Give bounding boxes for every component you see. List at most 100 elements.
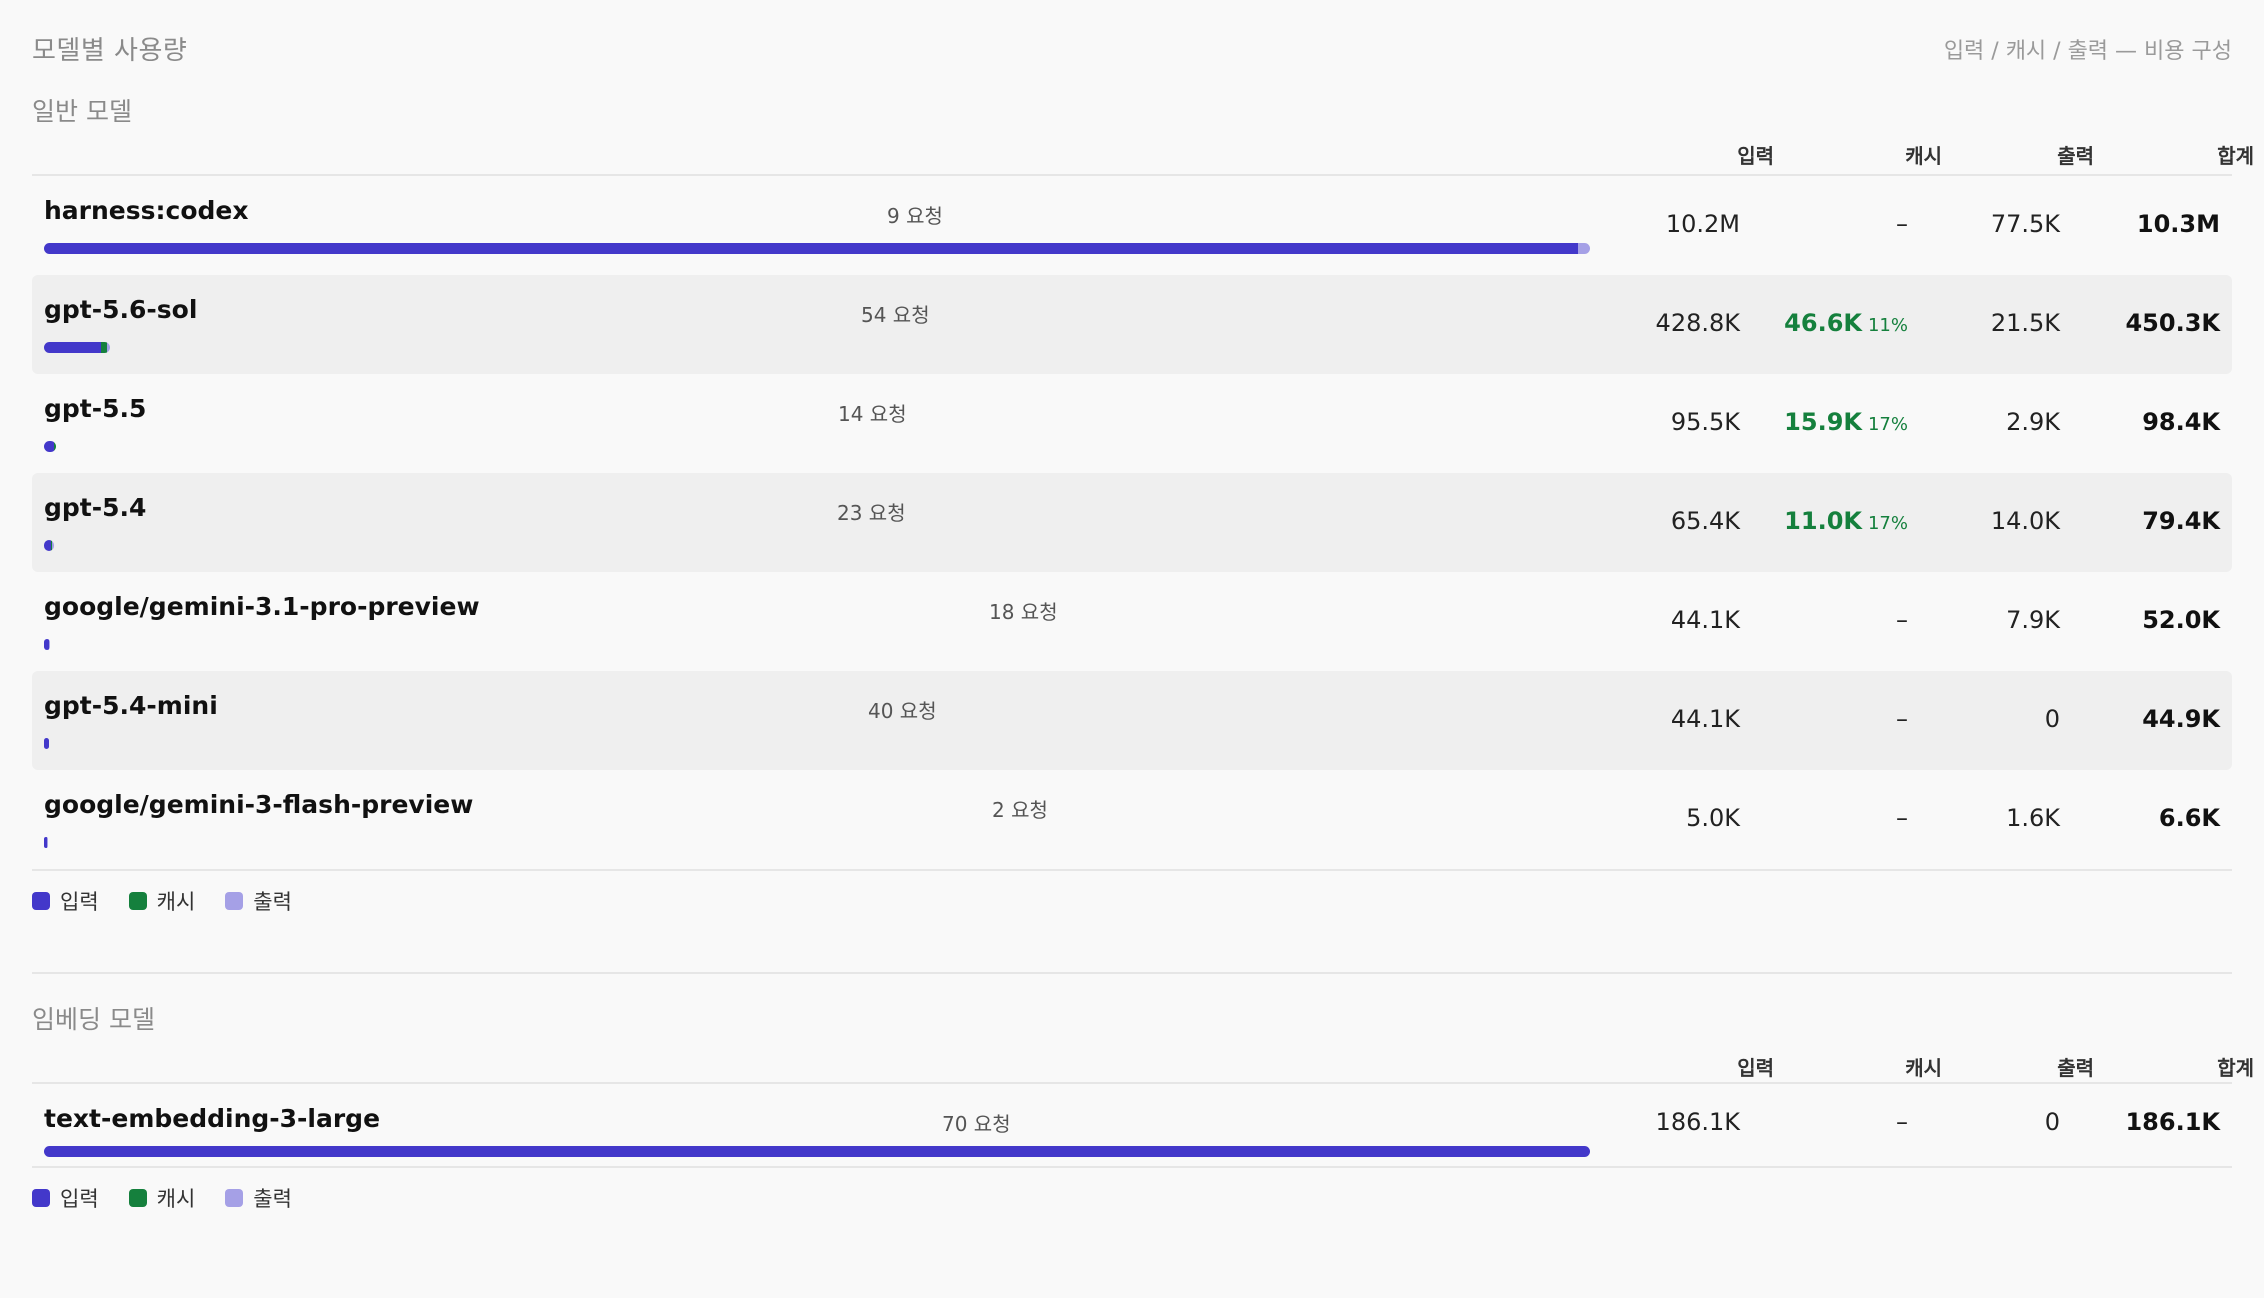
- request-count: 9 요청: [887, 204, 943, 228]
- legend: 입력 캐시 출력: [32, 1168, 2232, 1228]
- total-tokens: 44.9K: [2142, 705, 2220, 733]
- bar-segment-output: [52, 540, 54, 551]
- model-name: gpt-5.4-mini: [44, 691, 218, 720]
- table-row[interactable]: gpt-5.4 23 요청 65.4K 11.0K 17% 14.0K 79.4K: [32, 473, 2232, 572]
- legend-item-input: 입력: [32, 1183, 99, 1213]
- general-models-section: 일반 모델 입력 캐시 출력 합계 harness:codex 9 요청 10.2M…: [32, 92, 2254, 931]
- output-tokens: 77.5K: [1990, 210, 2060, 238]
- input-tokens: 186.1K: [1655, 1108, 1740, 1136]
- column-output: 출력: [2057, 1056, 2094, 1080]
- bar-segment-input: [44, 441, 55, 452]
- total-tokens: 79.4K: [2142, 507, 2220, 535]
- usage-bar: [44, 441, 56, 452]
- table-row[interactable]: gpt-5.4-mini 40 요청 44.1K – 0 44.9K: [32, 671, 2232, 770]
- output-tokens: 2.9K: [2006, 408, 2060, 436]
- model-name: google/gemini-3.1-pro-preview: [44, 592, 480, 621]
- cache-percent: 17%: [1867, 414, 1908, 435]
- input-tokens: 95.5K: [1670, 408, 1740, 436]
- legend-label: 캐시: [156, 890, 196, 914]
- usage-bar: [44, 738, 49, 749]
- table-row[interactable]: harness:codex 9 요청 10.2M – 77.5K 10.3M: [32, 176, 2232, 275]
- general-rows: harness:codex 9 요청 10.2M – 77.5K 10.3M gpt-5.6…: [32, 176, 2232, 869]
- legend-item-input: 입력: [32, 886, 99, 916]
- bar-segment-input: [44, 243, 1579, 254]
- legend: 입력 캐시 출력: [32, 871, 2232, 931]
- usage-bar: [44, 540, 54, 551]
- model-name: harness:codex: [44, 196, 249, 225]
- legend-item-output: 출력: [225, 886, 292, 916]
- embedding-rows: text-embedding-3-large 70 요청 186.1K – 0 186.1…: [32, 1084, 2232, 1166]
- output-tokens: 7.9K: [2006, 606, 2060, 634]
- page-subtitle: 입력 / 캐시 / 출력 — 비용 구성: [1943, 38, 2232, 64]
- cache-percent: 11%: [1867, 315, 1908, 336]
- bar-segment-input: [44, 738, 49, 749]
- model-name: gpt-5.6-sol: [44, 295, 198, 324]
- bar-segment-input: [44, 342, 101, 353]
- legend-label: 출력: [253, 890, 292, 914]
- table-row[interactable]: gpt-5.6-sol 54 요청 428.8K 46.6K 11% 21.5K 450.3…: [32, 275, 2232, 374]
- table-row[interactable]: google/gemini-3-flash-preview 2 요청 5.0K – 1.…: [32, 770, 2232, 869]
- output-tokens: 0: [2044, 705, 2060, 733]
- cache-value: 46.6K: [1784, 309, 1862, 337]
- cache-tokens: –: [1896, 804, 1908, 832]
- column-header-embedding: 입력 캐시 출력 합계: [32, 1040, 2254, 1084]
- bar-segment-output: [47, 837, 48, 848]
- table-row[interactable]: google/gemini-3.1-pro-preview 18 요청 44.1K –…: [32, 572, 2232, 671]
- legend-swatch-input: [32, 1189, 50, 1207]
- cache-tokens: –: [1896, 606, 1908, 634]
- section-divider: [32, 972, 2232, 974]
- legend-swatch-input: [32, 892, 50, 910]
- column-cache: 캐시: [1905, 1056, 1942, 1080]
- request-count: 2 요청: [992, 798, 1048, 822]
- bar-segment-output: [1578, 243, 1590, 254]
- cache-tokens: 11.0K 17%: [1784, 507, 1908, 535]
- output-tokens: 1.6K: [2006, 804, 2060, 832]
- column-cache: 캐시: [1905, 144, 1942, 168]
- total-tokens: 6.6K: [2158, 804, 2220, 832]
- output-tokens: 0: [2044, 1108, 2060, 1136]
- usage-bar: [44, 837, 48, 848]
- output-tokens: 14.0K: [1990, 507, 2060, 535]
- usage-bar: [44, 639, 50, 650]
- usage-bar: [44, 243, 1590, 254]
- bar-segment-input: [44, 540, 52, 551]
- input-tokens: 10.2M: [1665, 210, 1740, 238]
- cache-value: –: [1896, 804, 1908, 832]
- legend-swatch-cache: [128, 1189, 147, 1207]
- cache-value: –: [1896, 1108, 1908, 1136]
- legend-swatch-cache: [128, 892, 147, 910]
- total-tokens: 450.3K: [2125, 309, 2220, 337]
- cache-tokens: –: [1896, 705, 1908, 733]
- cache-tokens: –: [1896, 210, 1908, 238]
- legend-swatch-output: [225, 1189, 244, 1207]
- total-tokens: 52.0K: [2142, 606, 2220, 634]
- column-input: 입력: [1737, 144, 1774, 168]
- column-input: 입력: [1737, 1056, 1774, 1080]
- output-tokens: 21.5K: [1990, 309, 2060, 337]
- cache-tokens: 46.6K 11%: [1784, 309, 1908, 337]
- total-tokens: 10.3M: [2136, 210, 2220, 238]
- section-title-general: 일반 모델: [32, 97, 132, 126]
- input-tokens: 44.1K: [1670, 606, 1740, 634]
- cache-tokens: 15.9K 17%: [1784, 408, 1908, 436]
- input-tokens: 65.4K: [1670, 507, 1740, 535]
- cache-value: –: [1896, 705, 1908, 733]
- input-tokens: 44.1K: [1670, 705, 1740, 733]
- panel-header: 모델별 사용량 입력 / 캐시 / 출력 — 비용 구성: [32, 30, 2232, 67]
- input-tokens: 5.0K: [1686, 804, 1740, 832]
- bar-segment-output: [107, 342, 110, 353]
- usage-panel: 모델별 사용량 입력 / 캐시 / 출력 — 비용 구성 일반 모델 입력 캐시…: [0, 0, 2264, 1298]
- table-row[interactable]: text-embedding-3-large 70 요청 186.1K – 0 186.1…: [32, 1084, 2232, 1166]
- table-row[interactable]: gpt-5.5 14 요청 95.5K 15.9K 17% 2.9K 98.4K: [32, 374, 2232, 473]
- cache-value: –: [1896, 210, 1908, 238]
- request-count: 54 요청: [861, 303, 930, 327]
- cache-value: 15.9K: [1784, 408, 1862, 436]
- model-name: google/gemini-3-flash-preview: [44, 790, 474, 819]
- cache-percent: 17%: [1867, 513, 1908, 534]
- column-total: 합계: [2217, 1056, 2254, 1080]
- total-tokens: 186.1K: [2125, 1108, 2220, 1136]
- cache-value: 11.0K: [1784, 507, 1862, 535]
- usage-bar: [44, 342, 110, 353]
- column-header-general: 입력 캐시 출력 합계: [32, 132, 2254, 176]
- legend-item-cache: 캐시: [128, 886, 196, 916]
